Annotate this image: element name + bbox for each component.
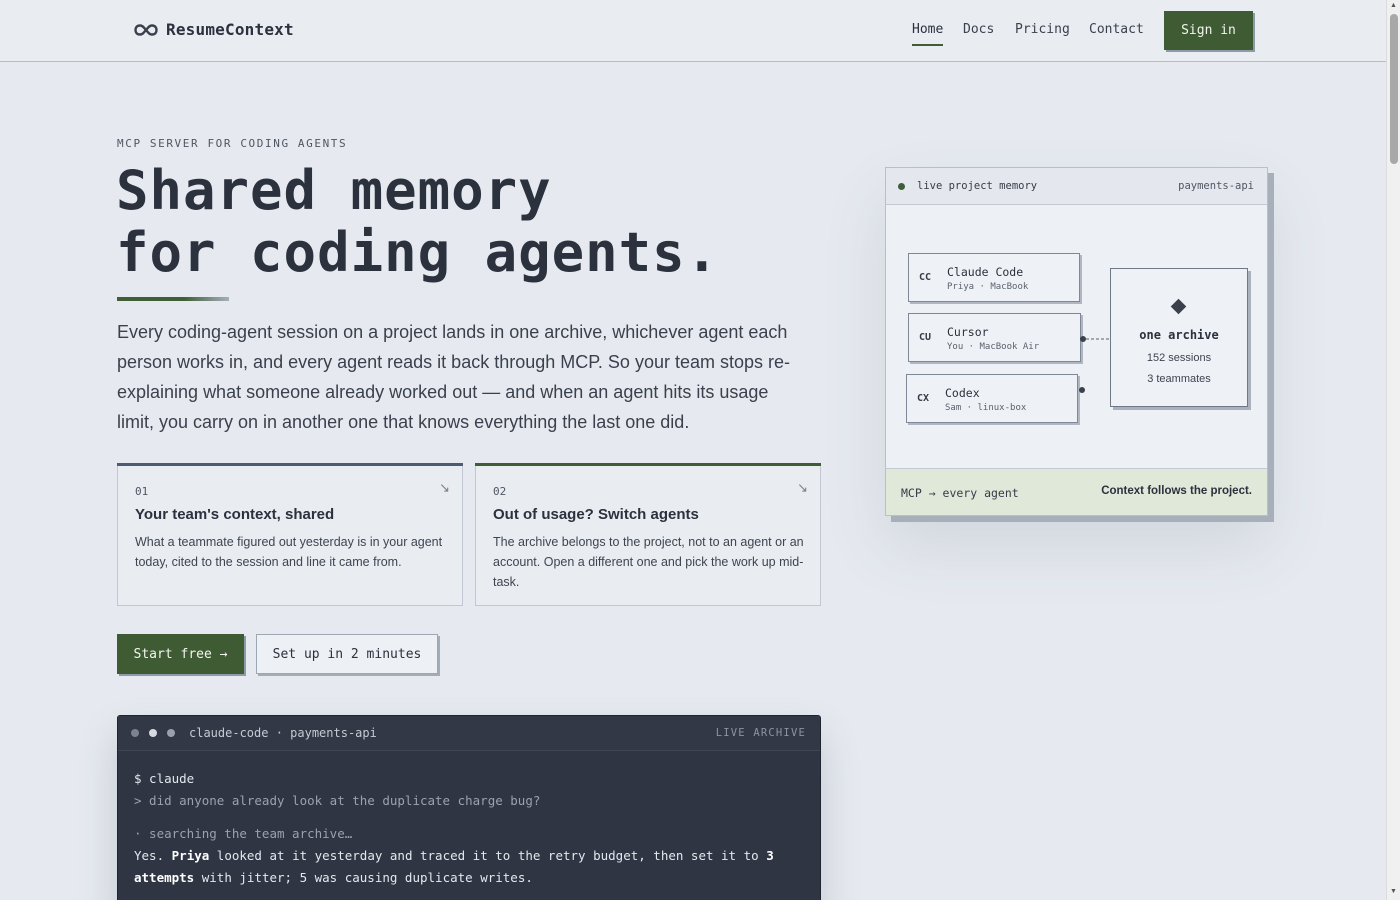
scroll-up-icon[interactable]: ▲ [1390,2,1397,9]
infinity-icon [134,23,158,37]
card-number: 02 [493,485,507,498]
card-number: 01 [135,485,149,498]
terminal-answer-line-1: Yes. Priya looked at it yesterday and tr… [134,848,774,863]
card-accent-line [117,463,463,466]
footer-tagline: Context follows the project. [1101,485,1252,497]
agent-name: Claude Code [947,265,1024,279]
nav-home[interactable]: Home [912,22,944,46]
agent-card-cursor[interactable]: CU Cursor You · MacBook Air [908,313,1081,362]
nav-pricing[interactable]: Pricing [1015,22,1070,37]
window-dot-icon [167,729,175,737]
footer-mcp-label: MCP → every agent [901,486,1019,500]
terminal-titlebar: claude-code · payments-api LIVE ARCHIVE [118,716,820,751]
terminal-prompt: > did anyone already look at the duplica… [134,793,541,808]
feature-card-switch-agents[interactable]: 02 ↘ Out of usage? Switch agents The arc… [475,463,821,606]
answer-text: looked at it yesterday and traced it to … [209,848,767,863]
answer-name: Priya [171,848,210,863]
hero-headline: Shared memory for coding agents. [116,160,719,284]
card-description: The archive belongs to the project, not … [493,535,804,589]
live-status-dot-icon [898,183,905,190]
window-dot-icon [149,729,157,737]
agent-meta: Priya · MacBook [947,282,1029,292]
start-free-button[interactable]: Start free → [117,634,244,674]
site-header: ResumeContext Home Docs Pricing Contact … [0,0,1386,62]
scrollbar-thumb[interactable] [1390,14,1398,164]
terminal-answer-line-2: attempts with jitter; 5 was causing dupl… [134,870,533,885]
arrow-down-right-icon: ↘ [439,480,450,495]
hero-eyebrow: MCP SERVER FOR CODING AGENTS [117,137,348,150]
diamond-icon [1170,298,1187,315]
headline-line-2: for coding agents. [116,221,720,284]
brand-name: ResumeContext [166,20,294,39]
answer-bold: 3 [766,848,774,863]
window-dot-icon [131,729,139,737]
agent-code: CC [919,272,932,283]
agent-meta: You · MacBook Air [947,342,1040,352]
card-description: What a teammate figured out yesterday is… [135,535,443,569]
agent-name: Codex [945,386,980,400]
feature-card-shared-context[interactable]: 01 ↘ Your team's context, shared What a … [117,463,463,606]
arrow-down-right-icon: ↘ [797,480,808,495]
terminal-title: claude-code · payments-api [189,726,377,740]
panel-header: live project memory payments-api [886,168,1267,205]
agent-code: CX [917,393,930,404]
panel-project: payments-api [1178,180,1254,192]
card-title: Your team's context, shared [135,506,335,523]
hero-description: Every coding-agent session on a project … [117,322,791,432]
sign-in-button[interactable]: Sign in [1164,11,1253,50]
panel-footer: MCP → every agent Context follows the pr… [886,468,1267,515]
nav-contact[interactable]: Contact [1089,22,1144,37]
page-scrollbar[interactable]: ▲ ▼ [1386,0,1400,900]
agent-card-codex[interactable]: CX Codex Sam · linux-box [906,374,1078,423]
card-accent-line [475,463,821,466]
terminal-command: $ claude [134,771,195,786]
agent-name: Cursor [947,325,989,339]
headline-line-1: Shared memory [116,159,552,222]
project-memory-panel: live project memory payments-api CC Clau… [885,167,1268,516]
card-title: Out of usage? Switch agents [493,506,699,523]
archive-title: one archive [1139,328,1219,342]
archive-node[interactable]: one archive 152 sessions 3 teammates [1110,268,1248,407]
brand-logo[interactable]: ResumeContext [134,20,294,39]
panel-label: live project memory [917,180,1038,192]
archive-sessions: 152 sessions [1146,352,1212,364]
answer-text: with jitter; 5 was causing duplicate wri… [194,870,533,885]
live-archive-badge: LIVE ARCHIVE [715,727,806,739]
nav-docs[interactable]: Docs [963,22,994,37]
terminal-status: · searching the team archive… [134,826,353,841]
scroll-down-icon[interactable]: ▼ [1390,888,1397,895]
agent-code: CU [919,332,932,343]
answer-bold: attempts [134,870,195,885]
archive-teammates: 3 teammates [1147,373,1211,385]
agent-meta: Sam · linux-box [945,403,1027,413]
agent-card-claude-code[interactable]: CC Claude Code Priya · MacBook [908,253,1080,302]
terminal-window: claude-code · payments-api LIVE ARCHIVE … [117,715,821,900]
headline-underline [117,297,229,301]
answer-text: Yes. [134,848,172,863]
setup-button[interactable]: Set up in 2 minutes [256,634,438,674]
